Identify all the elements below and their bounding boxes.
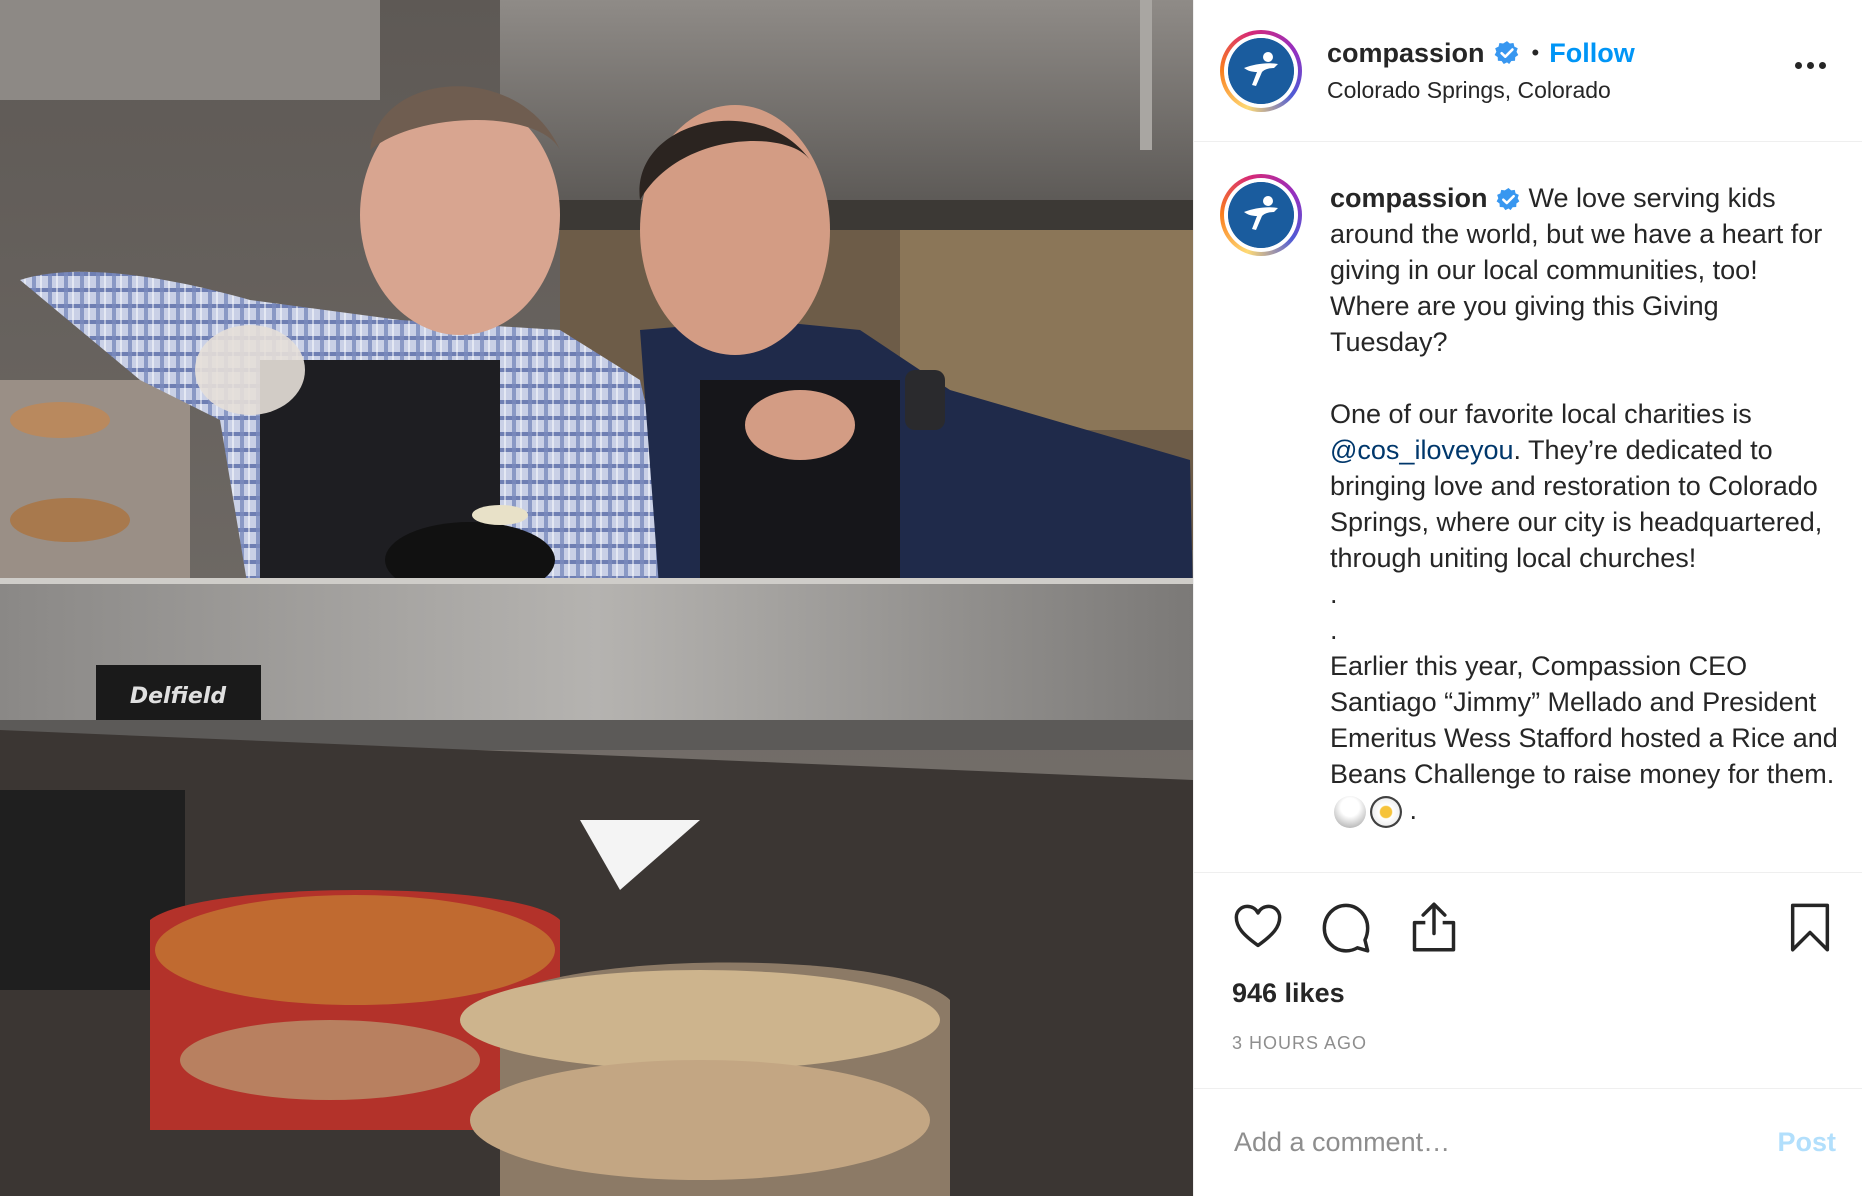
post-actions: 946 likes 3 HOURS AGO: [1194, 872, 1862, 1088]
post-timestamp[interactable]: 3 HOURS AGO: [1232, 1033, 1367, 1054]
delfield-sign-text: Delfield: [130, 684, 227, 709]
bookmark-icon[interactable]: [1784, 901, 1836, 953]
header-separator: •: [1531, 40, 1540, 65]
instagram-post: Delfield compassion • Follow Colorado Sp…: [0, 0, 1862, 1196]
compassion-logo-icon: [1228, 37, 1294, 104]
more-options-icon[interactable]: [1795, 62, 1826, 69]
share-icon[interactable]: [1408, 901, 1460, 953]
verified-icon: [1494, 41, 1518, 65]
caption-text: compassion We love serving kids around t…: [1330, 180, 1842, 872]
caption-paragraph-3: Earlier this year, Compassion CEO Santia…: [1330, 648, 1842, 828]
caption-para2-before: One of our favorite local charities is: [1330, 399, 1752, 429]
post-caption: compassion We love serving kids around t…: [1194, 142, 1862, 872]
cooking-egg-emoji-icon: [1370, 795, 1402, 828]
caption-intro-block: compassion We love serving kids around t…: [1330, 180, 1842, 360]
header-username[interactable]: compassion: [1327, 38, 1485, 69]
caption-avatar[interactable]: [1220, 174, 1302, 256]
post-photo[interactable]: Delfield: [0, 0, 1193, 1196]
caption-dot-1: .: [1330, 579, 1338, 609]
caption-username[interactable]: compassion: [1330, 180, 1488, 216]
follow-button[interactable]: Follow: [1549, 38, 1634, 69]
photo-illustration: Delfield: [0, 0, 1193, 1196]
heart-icon[interactable]: [1232, 901, 1284, 953]
post-comment-button[interactable]: Post: [1777, 1127, 1836, 1158]
comment-bar: Post: [1194, 1088, 1862, 1196]
caption-trailing: .: [1409, 795, 1418, 825]
caption-para3: Earlier this year, Compassion CEO Santia…: [1330, 651, 1838, 789]
comment-input[interactable]: [1232, 1126, 1778, 1159]
caption-dot-2: .: [1330, 615, 1338, 645]
profile-avatar[interactable]: [1220, 29, 1302, 112]
rice-bowl-emoji-icon: [1334, 795, 1366, 828]
caption-paragraph-2: One of our favorite local charities is @…: [1330, 396, 1842, 576]
post-header: compassion • Follow Colorado Springs, Co…: [1194, 0, 1862, 142]
likes-count[interactable]: 946 likes: [1232, 978, 1345, 1009]
header-text: compassion • Follow Colorado Springs, Co…: [1327, 38, 1635, 104]
compassion-logo-icon: [1228, 182, 1294, 248]
post-side-panel: compassion • Follow Colorado Springs, Co…: [1193, 0, 1862, 1196]
post-location[interactable]: Colorado Springs, Colorado: [1327, 77, 1635, 104]
mention-link[interactable]: @cos_iloveyou: [1330, 435, 1514, 465]
verified-icon: [1496, 188, 1519, 211]
comment-icon[interactable]: [1320, 901, 1372, 953]
